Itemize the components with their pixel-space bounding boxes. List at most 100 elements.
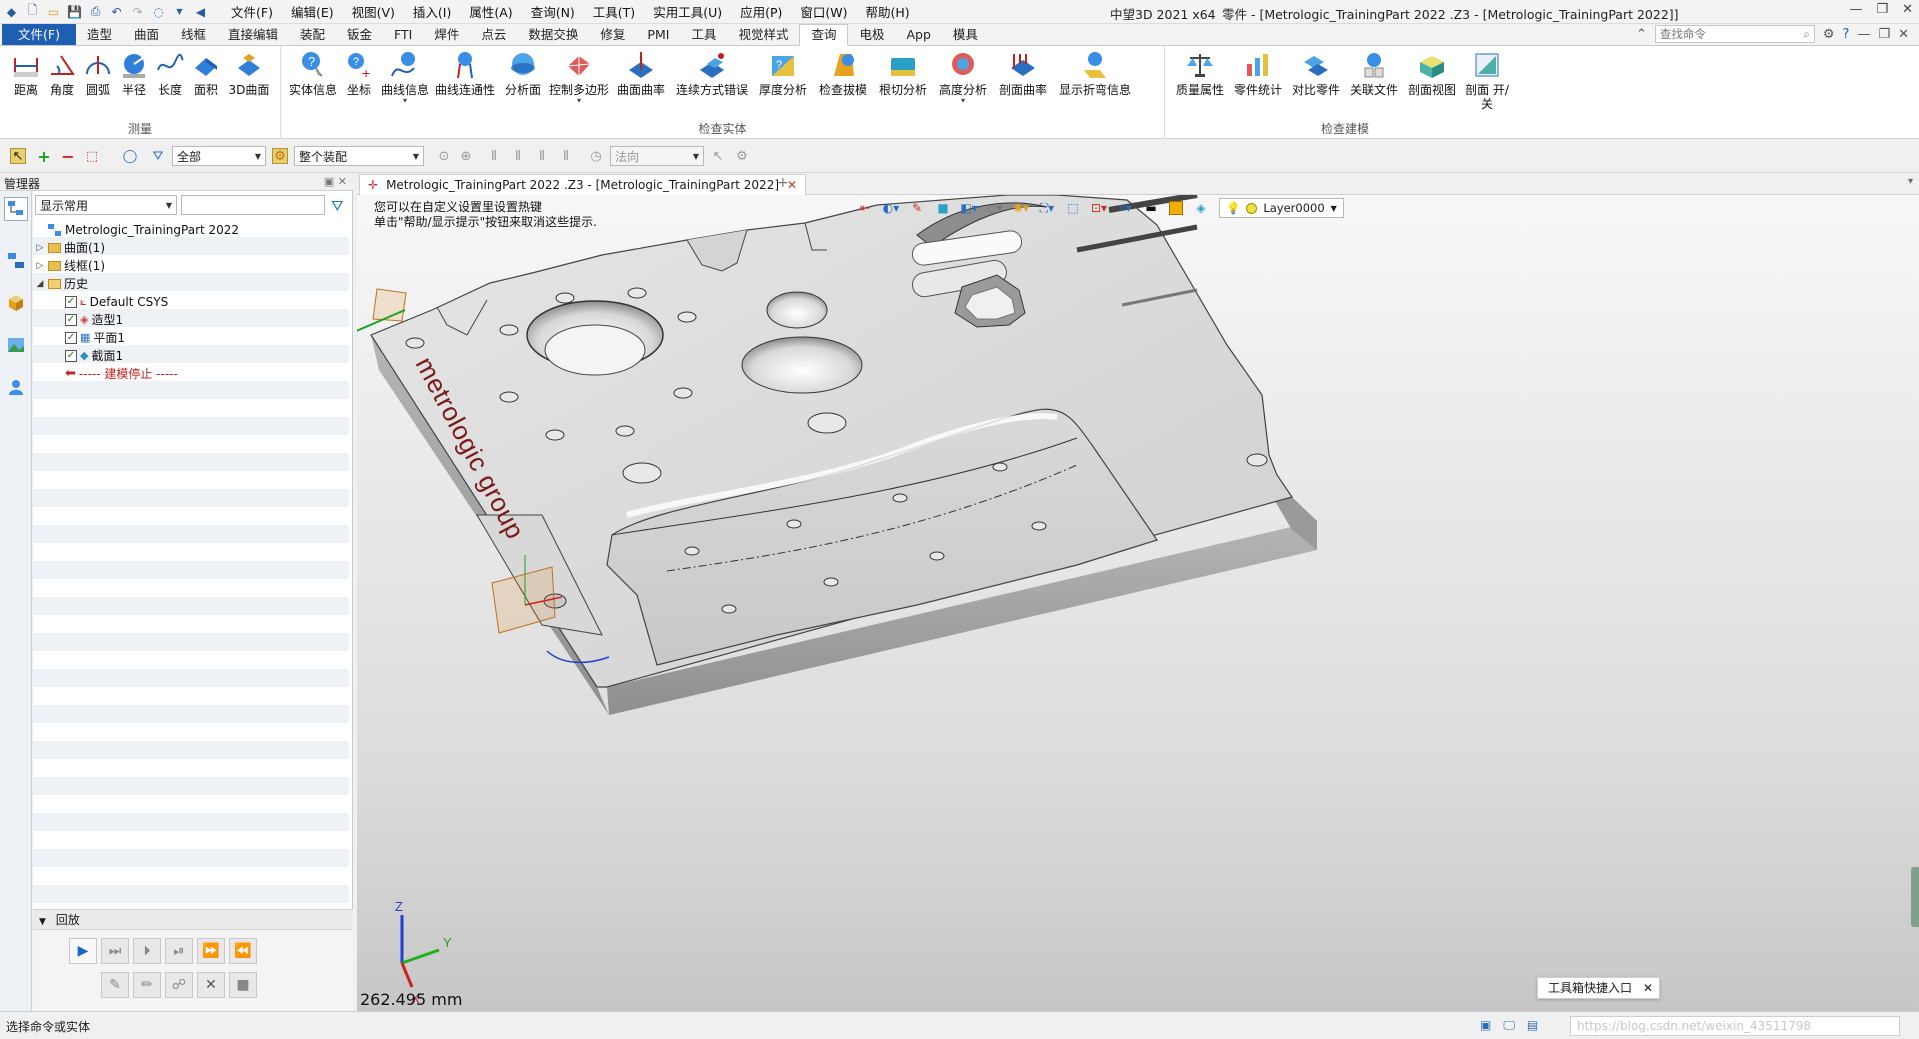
- settings-gear-icon[interactable]: ⚙: [1823, 27, 1835, 42]
- thickness-analysis-button[interactable]: ? 厚度分析: [755, 50, 811, 97]
- document-tab[interactable]: ✛ Metrologic_TrainingPart 2022 .Z3 - [Me…: [359, 174, 807, 195]
- menu-tools[interactable]: 工具(T): [584, 2, 644, 21]
- restore-doc-icon[interactable]: ❐: [1878, 27, 1890, 42]
- print-icon[interactable]: ⎙: [88, 4, 103, 19]
- cancel-x-button[interactable]: ✕: [197, 972, 225, 998]
- display-cube-icon[interactable]: ◧▾: [960, 200, 977, 216]
- right-side-grip[interactable]: [1911, 867, 1919, 927]
- lasso-icon[interactable]: ◯: [122, 148, 138, 164]
- status-layout-icon[interactable]: ▣: [1480, 1018, 1491, 1033]
- menu-view[interactable]: 视图(V): [343, 2, 404, 21]
- layer-combo[interactable]: 💡 Layer0000 ▼: [1219, 198, 1344, 218]
- status-command-input[interactable]: https://blog.csdn.net/weixin_43511798: [1570, 1016, 1900, 1036]
- assembly-scope-combo[interactable]: 整个装配 ▼: [294, 146, 424, 166]
- related-files-button[interactable]: 关联文件: [1347, 50, 1401, 97]
- open-folder-icon[interactable]: ▭: [46, 4, 61, 19]
- angle-button[interactable]: 角度: [46, 50, 78, 97]
- tab-mold[interactable]: 模具: [942, 25, 989, 45]
- layer-manager-icon[interactable]: ◈: [1193, 200, 1209, 216]
- step-forward-button[interactable]: ⏭: [101, 938, 129, 964]
- tree-item-history[interactable]: ◢ 历史: [35, 275, 88, 293]
- remove-icon[interactable]: −: [60, 147, 76, 166]
- filter-combo[interactable]: 全部 ▼: [172, 146, 266, 166]
- curve-connectivity-button[interactable]: 曲线连通性: [433, 50, 497, 97]
- collapse-arrow-icon[interactable]: ◢: [35, 275, 45, 293]
- control-polygon-button[interactable]: 控制多边形 ▾: [549, 50, 609, 105]
- gear-small-icon[interactable]: ⚙: [734, 148, 750, 164]
- tree-item-section[interactable]: ✓ ◆ 截面1: [65, 347, 123, 365]
- tab-assembly[interactable]: 装配: [289, 25, 336, 45]
- save-icon[interactable]: 💾: [67, 4, 82, 19]
- tree-item-surfaces[interactable]: ▷ 曲面(1): [35, 239, 105, 257]
- app-logo-icon[interactable]: ◆: [4, 4, 19, 19]
- height-analysis-dropdown-icon[interactable]: ▾: [935, 97, 991, 105]
- 3d-viewport[interactable]: metrologic group Z Y X 您可以在自定义设置里设置热键 单击…: [357, 195, 1919, 1011]
- section-toggle-button[interactable]: 剖面 开/关: [1463, 50, 1511, 111]
- undo-icon[interactable]: ↶: [109, 4, 124, 19]
- menu-apps[interactable]: 应用(P): [731, 2, 791, 21]
- tab-pointcloud[interactable]: 点云: [470, 25, 517, 45]
- tab-query[interactable]: 查询: [799, 24, 849, 46]
- tree-item-plane[interactable]: ✓ ▦ 平面1: [65, 329, 125, 347]
- height-analysis-button[interactable]: 高度分析 ▾: [935, 50, 991, 105]
- visibility-checkbox[interactable]: ✓: [65, 314, 77, 326]
- entity-info-button[interactable]: ? 实体信息: [287, 50, 339, 97]
- curve-info-button[interactable]: 曲线信息 ▾: [379, 50, 431, 105]
- undercut-analysis-button[interactable]: 根切分析: [875, 50, 931, 97]
- tab-visual-style[interactable]: 视觉样式: [727, 25, 799, 45]
- edit-pencil-button[interactable]: ✏: [133, 972, 161, 998]
- part-statistics-button[interactable]: 零件统计: [1231, 50, 1285, 97]
- next-button[interactable]: ⏵: [133, 938, 161, 964]
- expand-arrow-icon[interactable]: ▷: [35, 239, 45, 257]
- restore-icon[interactable]: ❐: [1876, 2, 1888, 17]
- direction-combo[interactable]: 法向 ▼: [610, 146, 704, 166]
- visibility-checkbox[interactable]: ✓: [65, 350, 77, 362]
- select-mode-icon[interactable]: ◌: [151, 4, 166, 19]
- target-icon[interactable]: ⊕: [458, 148, 474, 164]
- settings-wrench-button[interactable]: ✎: [101, 972, 129, 998]
- shaded-cube-icon[interactable]: ■: [935, 200, 951, 216]
- surface-curvature-button[interactable]: 曲面曲率: [614, 50, 668, 97]
- clock-icon[interactable]: ◷: [588, 148, 604, 164]
- filter-funnel-icon[interactable]: ⛛: [150, 148, 166, 164]
- command-search-input[interactable]: 查找命令 ⌕: [1654, 25, 1815, 43]
- visibility-checkbox[interactable]: ✓: [65, 296, 77, 308]
- tree-item-build-stop[interactable]: ⬅ ----- 建模停止 -----: [65, 365, 178, 383]
- dropdown-arrow-icon[interactable]: ▼: [172, 4, 187, 19]
- menu-window[interactable]: 窗口(W): [791, 2, 856, 21]
- bend-info-button[interactable]: 显示折弯信息: [1055, 50, 1135, 97]
- length-button[interactable]: 长度: [154, 50, 186, 97]
- zoom-box-icon[interactable]: ⬚: [1065, 200, 1081, 216]
- tab-surface[interactable]: 曲面: [123, 25, 170, 45]
- view-orient-icon[interactable]: ◐▾: [883, 200, 900, 216]
- menu-insert[interactable]: 插入(I): [404, 2, 460, 21]
- tab-wireframe[interactable]: 线框: [170, 25, 217, 45]
- tab-file[interactable]: 文件(F): [2, 24, 76, 45]
- run-button[interactable]: ☍: [165, 972, 193, 998]
- add-icon[interactable]: +: [36, 147, 52, 166]
- toolbox-shortcut-popup[interactable]: 工具箱快捷入口 ✕: [1537, 977, 1660, 999]
- align-right-icon[interactable]: ⦀: [534, 148, 550, 164]
- fit-view-icon[interactable]: ⛶▾: [1039, 200, 1055, 216]
- menu-help[interactable]: 帮助(H): [857, 2, 919, 21]
- line-style-icon[interactable]: ▬: [1143, 200, 1159, 216]
- curve-info-dropdown-icon[interactable]: ▾: [379, 97, 431, 105]
- menu-attribute[interactable]: 属性(A): [460, 2, 521, 21]
- pick-cursor-icon[interactable]: ↖: [10, 148, 26, 164]
- analyze-face-button[interactable]: 分析面: [501, 50, 545, 97]
- tab-repair[interactable]: 修复: [589, 25, 636, 45]
- area-button[interactable]: 面积: [190, 50, 222, 97]
- wire-cube-icon[interactable]: ◇▾: [987, 200, 1003, 216]
- mass-properties-button[interactable]: 质量属性: [1173, 50, 1227, 97]
- part-model-render[interactable]: metrologic group Z Y X: [357, 195, 1919, 1011]
- tab-sheetmetal[interactable]: 钣金: [336, 25, 383, 45]
- control-polygon-dropdown-icon[interactable]: ▾: [549, 97, 609, 105]
- menu-file[interactable]: 文件(F): [222, 2, 282, 21]
- tree-item-wireframe[interactable]: ▷ 线框(1): [35, 257, 105, 275]
- tree-structure-icon[interactable]: ⌗▾: [1117, 200, 1133, 216]
- tree-search-input[interactable]: [181, 195, 325, 215]
- tab-list-icon[interactable]: ▾: [1908, 176, 1913, 187]
- skip-button[interactable]: ⏯: [165, 938, 193, 964]
- tab-modeling[interactable]: 造型: [76, 25, 123, 45]
- tab-tools[interactable]: 工具: [680, 25, 727, 45]
